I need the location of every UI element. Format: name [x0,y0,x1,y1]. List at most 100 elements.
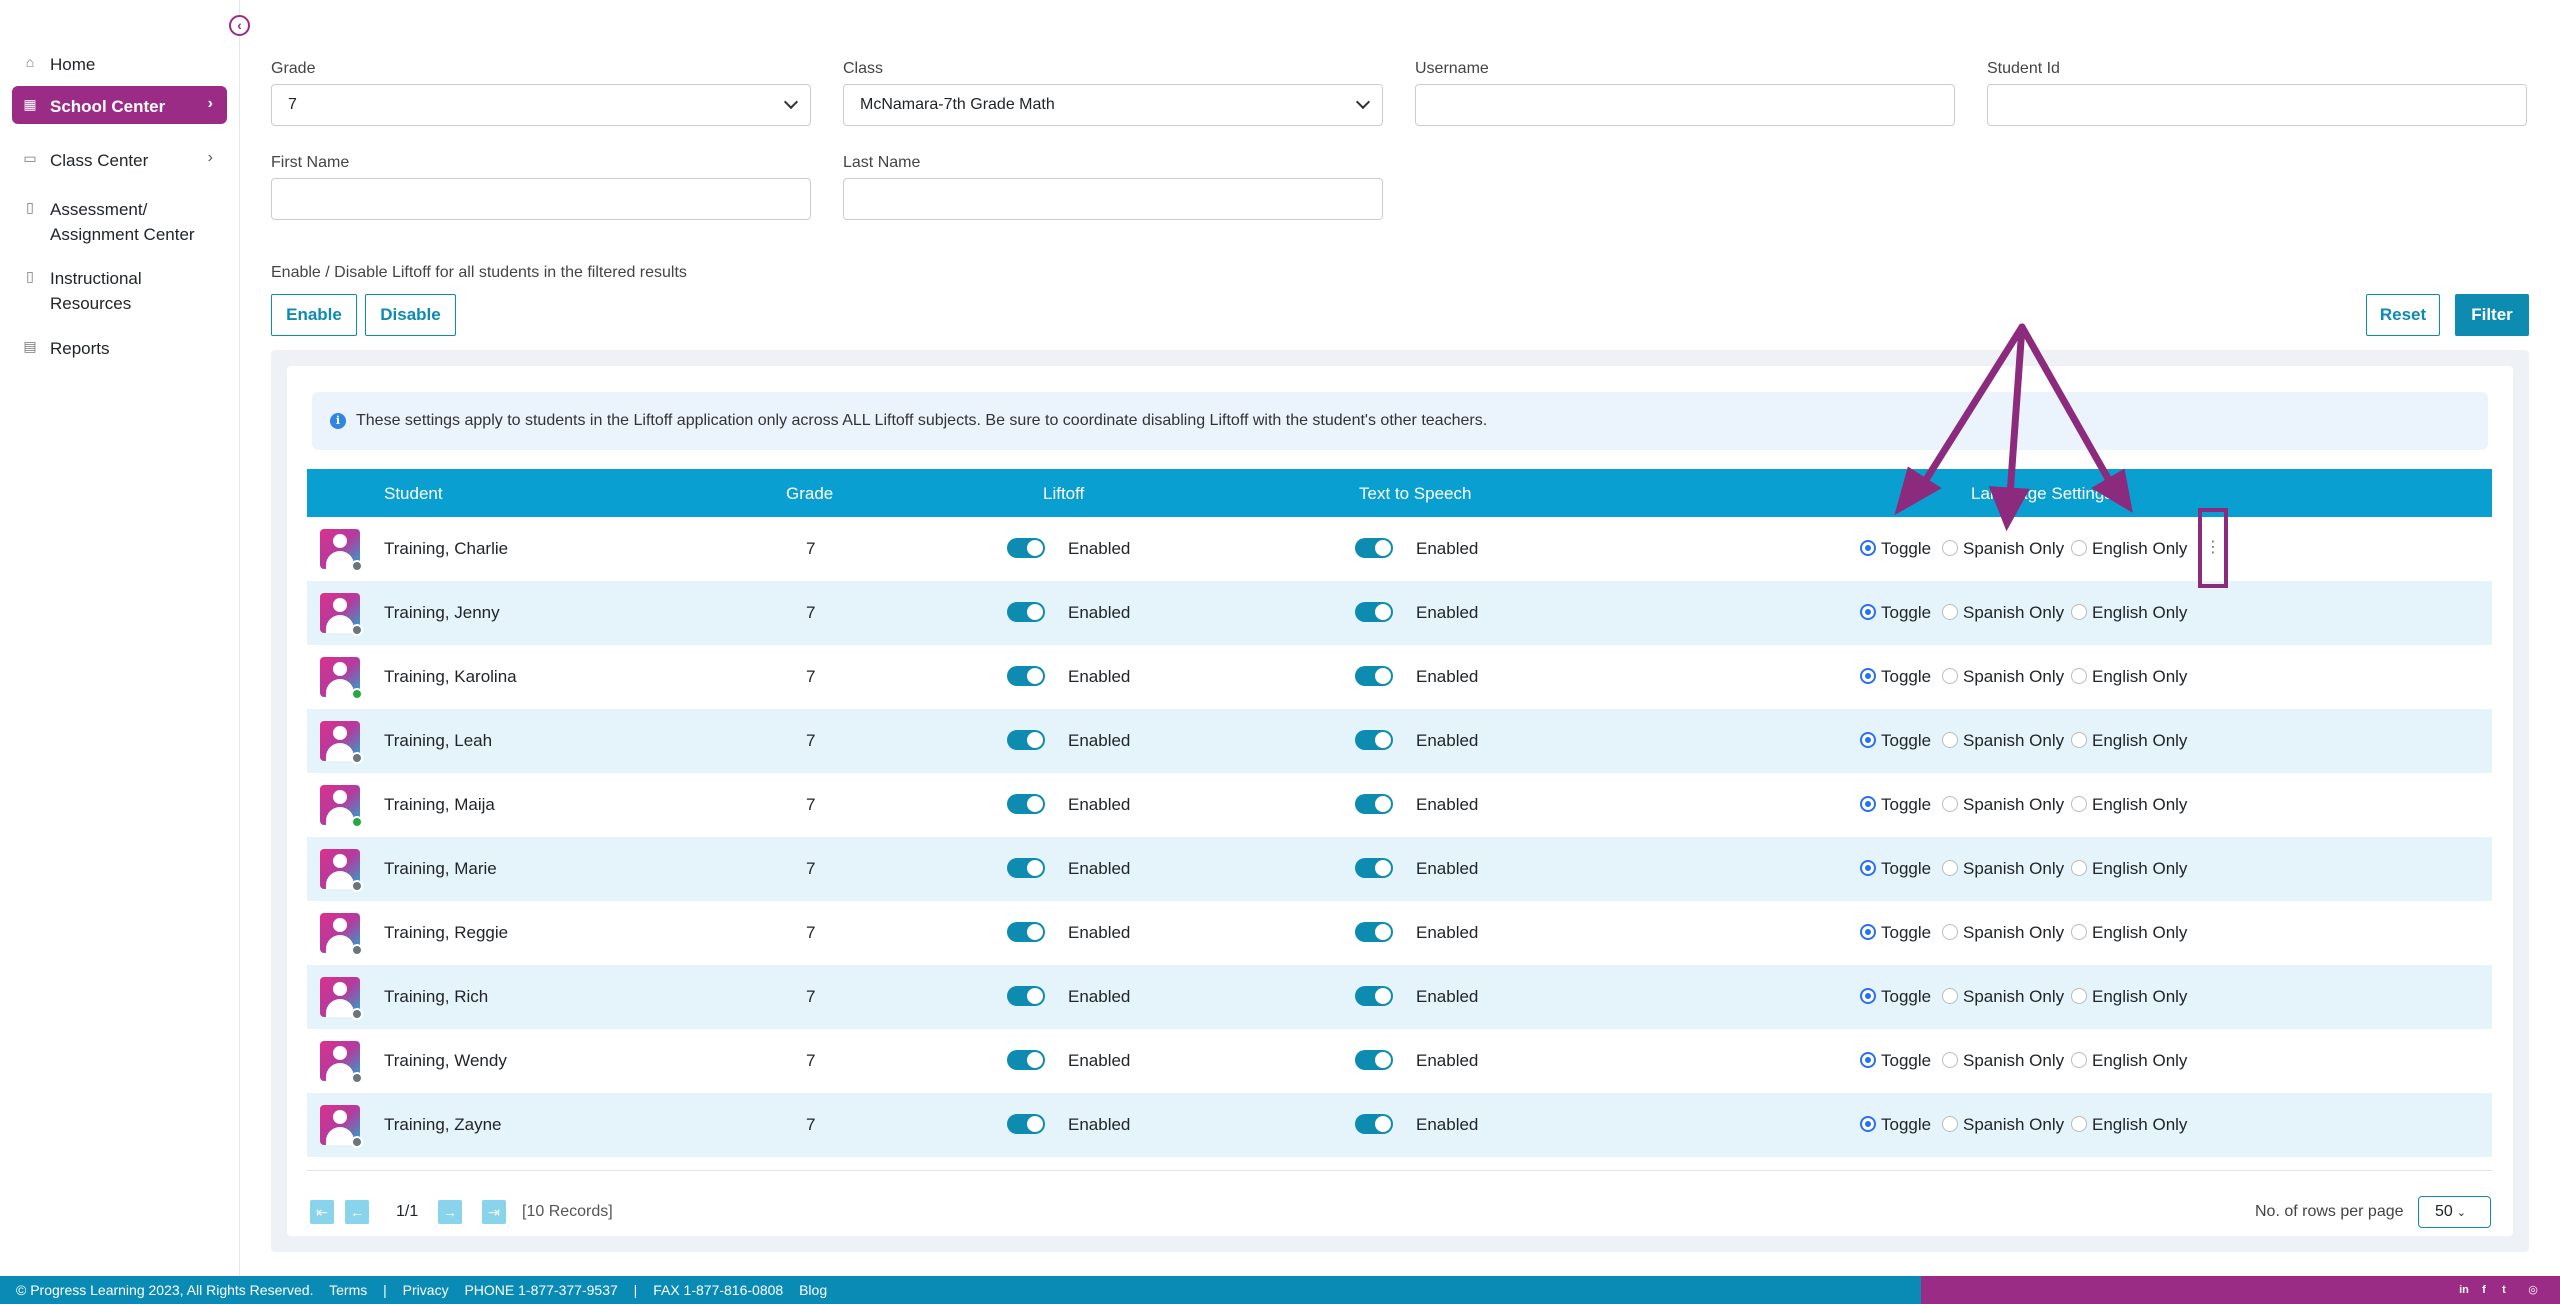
tts-toggle[interactable] [1355,858,1393,878]
reset-button[interactable]: Reset [2366,294,2440,336]
tts-toggle[interactable] [1355,1114,1393,1134]
tts-toggle[interactable] [1355,794,1393,814]
first-page-icon[interactable]: ⇤ [310,1200,334,1224]
rows-per-page-select[interactable]: 50 ⌄ [2418,1196,2491,1228]
liftoff-toggle[interactable] [1007,1050,1045,1070]
tts-toggle[interactable] [1355,922,1393,942]
student-name[interactable]: Training, Rich [384,987,488,1007]
language-spanish-radio[interactable] [1942,732,1958,748]
language-toggle-radio[interactable] [1860,796,1876,812]
student-name[interactable]: Training, Zayne [384,1115,501,1135]
liftoff-toggle[interactable] [1007,1114,1045,1134]
language-english-radio[interactable] [2071,732,2087,748]
student-id-input[interactable] [1987,84,2527,126]
col-grade[interactable]: Grade [786,484,833,504]
student-name[interactable]: Training, Reggie [384,923,508,943]
book-open-icon: ▯ [26,268,34,284]
language-english-radio[interactable] [2071,1052,2087,1068]
language-toggle-radio[interactable] [1860,988,1876,1004]
tts-toggle[interactable] [1355,986,1393,1006]
row-options-icon[interactable]: ⋮ [2198,508,2228,588]
sidebar-item-instructional-resources[interactable]: ▯ Instructional Resources [12,258,227,324]
language-spanish-radio[interactable] [1942,1052,1958,1068]
sidebar-item-school-center[interactable]: ▦ School Center › [12,86,227,124]
rows-per-page-value: 50 [2435,1203,2453,1220]
sidebar-item-assessment-center[interactable]: ▯ Assessment/ Assignment Center [12,189,227,255]
language-toggle-radio[interactable] [1860,668,1876,684]
liftoff-toggle[interactable] [1007,730,1045,750]
language-english-radio[interactable] [2071,540,2087,556]
language-spanish-radio[interactable] [1942,604,1958,620]
last-name-input[interactable] [843,178,1383,220]
language-spanish-radio[interactable] [1942,796,1958,812]
tts-status: Enabled [1416,987,1479,1006]
enable-all-button[interactable]: Enable [271,294,357,336]
tts-toggle[interactable] [1355,666,1393,686]
grade-select[interactable]: 7 [271,84,811,126]
liftoff-toggle[interactable] [1007,986,1045,1006]
language-spanish-radio[interactable] [1942,1116,1958,1132]
tts-toggle[interactable] [1355,1050,1393,1070]
class-select[interactable]: McNamara-7th Grade Math [843,84,1383,126]
liftoff-toggle[interactable] [1007,858,1045,878]
next-page-icon[interactable]: → [438,1200,462,1224]
username-input[interactable] [1415,84,1955,126]
col-student[interactable]: Student [384,484,443,504]
liftoff-toggle[interactable] [1007,602,1045,622]
table-row: Training, Jenny 7 Enabled Enabled Toggle… [307,581,2492,645]
language-toggle-radio[interactable] [1860,604,1876,620]
language-spanish-radio[interactable] [1942,924,1958,940]
status-dot [351,688,363,700]
language-spanish-radio[interactable] [1942,988,1958,1004]
linkedin-icon[interactable]: in [2457,1283,2471,1297]
blog-link[interactable]: Blog [799,1282,827,1298]
tts-toggle[interactable] [1355,602,1393,622]
tts-toggle[interactable] [1355,538,1393,558]
chevron-down-icon [1355,94,1371,110]
student-name[interactable]: Training, Karolina [384,667,517,687]
language-toggle-radio[interactable] [1860,860,1876,876]
disable-all-button[interactable]: Disable [365,294,456,336]
language-english-radio[interactable] [2071,860,2087,876]
instagram-icon[interactable]: ◎ [2526,1283,2540,1297]
student-name[interactable]: Training, Wendy [384,1051,507,1071]
language-toggle-radio[interactable] [1860,540,1876,556]
language-toggle-radio[interactable] [1860,924,1876,940]
collapse-sidebar-button[interactable]: ‹ [229,15,250,36]
language-spanish-radio[interactable] [1942,540,1958,556]
filter-button[interactable]: Filter [2455,294,2529,336]
student-name[interactable]: Training, Charlie [384,539,508,559]
tts-status: Enabled [1416,731,1479,750]
twitter-icon[interactable]: t [2497,1283,2511,1297]
student-name[interactable]: Training, Jenny [384,603,500,623]
language-english-radio[interactable] [2071,796,2087,812]
language-english-radio[interactable] [2071,668,2087,684]
liftoff-toggle[interactable] [1007,538,1045,558]
first-name-input[interactable] [271,178,811,220]
student-name[interactable]: Training, Maija [384,795,495,815]
liftoff-toggle[interactable] [1007,794,1045,814]
language-toggle-radio[interactable] [1860,1052,1876,1068]
liftoff-toggle[interactable] [1007,666,1045,686]
language-toggle-radio[interactable] [1860,1116,1876,1132]
prev-page-icon[interactable]: ← [345,1200,369,1224]
language-spanish-radio[interactable] [1942,860,1958,876]
language-spanish-label: Spanish Only [1963,1115,2065,1134]
language-english-radio[interactable] [2071,924,2087,940]
privacy-link[interactable]: Privacy [403,1282,449,1298]
tts-toggle[interactable] [1355,730,1393,750]
language-english-radio[interactable] [2071,988,2087,1004]
sidebar-item-class-center[interactable]: ▭ Class Center › [12,140,227,181]
language-spanish-radio[interactable] [1942,668,1958,684]
terms-link[interactable]: Terms [329,1282,367,1298]
sidebar-item-home[interactable]: ⌂ Home [12,44,227,85]
language-english-radio[interactable] [2071,1116,2087,1132]
sidebar-item-reports[interactable]: ▤ Reports [12,328,227,369]
liftoff-toggle[interactable] [1007,922,1045,942]
student-name[interactable]: Training, Marie [384,859,497,879]
student-name[interactable]: Training, Leah [384,731,492,751]
language-english-radio[interactable] [2071,604,2087,620]
last-page-icon[interactable]: ⇥ [482,1200,506,1224]
facebook-icon[interactable]: f [2477,1283,2491,1297]
language-toggle-radio[interactable] [1860,732,1876,748]
